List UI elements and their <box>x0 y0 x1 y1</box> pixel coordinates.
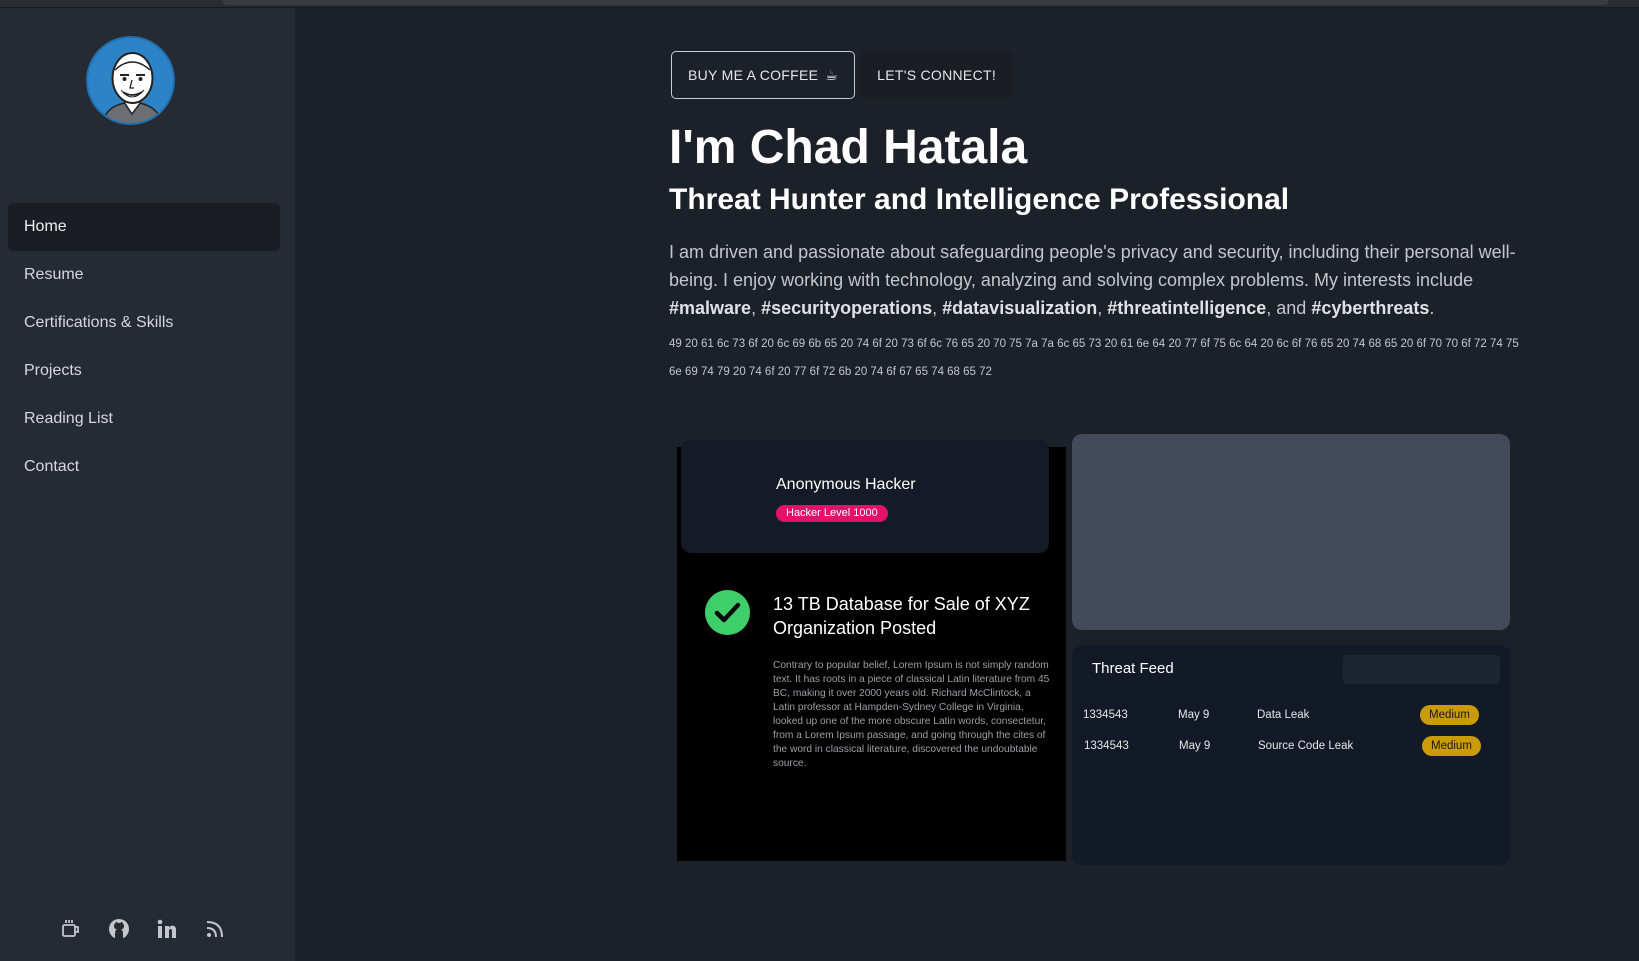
hacker-profile-card: Anonymous Hacker Hacker Level 1000 <box>681 440 1049 553</box>
main-nav: Home Resume Certifications & Skills Proj… <box>8 203 280 491</box>
browser-scrollbar[interactable] <box>0 0 1639 8</box>
threat-feed-search-input[interactable] <box>1343 655 1500 684</box>
severity-badge: Medium <box>1420 705 1479 725</box>
nav-home[interactable]: Home <box>8 203 280 251</box>
nav-resume[interactable]: Resume <box>8 251 280 299</box>
row-type: Data Leak <box>1257 709 1310 721</box>
buy-me-a-coffee-label: BUY ME A COFFEE <box>688 67 819 83</box>
tag-securityoperations: #securityoperations <box>761 298 933 318</box>
nav-reading-list[interactable]: Reading List <box>8 395 280 443</box>
post-body: Contrary to popular belief, Lorem Ipsum … <box>773 660 1050 769</box>
lets-connect-button[interactable]: LET'S CONNECT! <box>860 51 1014 99</box>
row-id: 1334543 <box>1083 709 1128 721</box>
page-subtitle: Threat Hunter and Intelligence Professio… <box>669 183 1290 216</box>
coffee-cup-icon[interactable] <box>60 918 82 940</box>
tag-datavisualization: #datavisualization <box>942 298 1098 318</box>
page-title: I'm Chad Hatala <box>669 121 1028 174</box>
threat-feed-title: Threat Feed <box>1092 660 1174 677</box>
tag-cyberthreats: #cyberthreats <box>1311 298 1430 318</box>
table-row[interactable]: 1334543 May 9 Data Leak Medium <box>1083 705 1501 727</box>
check-circle-icon <box>705 590 750 635</box>
coffee-icon: ☕ <box>825 66 839 83</box>
table-row[interactable]: 1334543 May 9 Source Code Leak Medium <box>1083 736 1501 758</box>
nav-projects[interactable]: Projects <box>8 347 280 395</box>
severity-badge: Medium <box>1422 736 1481 756</box>
row-type: Source Code Leak <box>1258 740 1354 752</box>
social-links <box>60 918 226 940</box>
bio-paragraph: I am driven and passionate about safegua… <box>669 242 1516 318</box>
hex-message: 49 20 61 6c 73 6f 20 6c 69 6b 65 20 74 6… <box>669 338 1519 378</box>
nav-contact[interactable]: Contact <box>8 443 280 491</box>
row-date: May 9 <box>1178 709 1210 721</box>
post-title: 13 TB Database for Sale of XYZ Organizat… <box>773 594 1030 638</box>
nav-certifications-skills[interactable]: Certifications & Skills <box>8 299 280 347</box>
hacker-name: Anonymous Hacker <box>776 476 916 493</box>
tag-malware: #malware <box>669 298 752 318</box>
scrollbar-thumb[interactable] <box>223 0 1608 5</box>
sidebar: Home Resume Certifications & Skills Proj… <box>0 8 295 961</box>
threat-feed-card: Threat Feed 1334543 May 9 Data Leak Medi… <box>1072 645 1510 865</box>
github-icon[interactable] <box>108 918 130 940</box>
header-actions: BUY ME A COFFEE ☕ LET'S CONNECT! <box>671 51 1014 99</box>
buy-me-a-coffee-button[interactable]: BUY ME A COFFEE ☕ <box>671 51 856 99</box>
tag-threatintelligence: #threatintelligence <box>1107 298 1267 318</box>
row-date: May 9 <box>1179 740 1211 752</box>
avatar <box>86 36 175 125</box>
bio-text: I am driven and passionate about safegua… <box>669 242 1516 290</box>
rss-icon[interactable] <box>204 918 226 940</box>
hacker-level-badge: Hacker Level 1000 <box>776 505 888 522</box>
linkedin-icon[interactable] <box>156 918 178 940</box>
row-id: 1334543 <box>1084 740 1129 752</box>
placeholder-card <box>1072 434 1510 630</box>
